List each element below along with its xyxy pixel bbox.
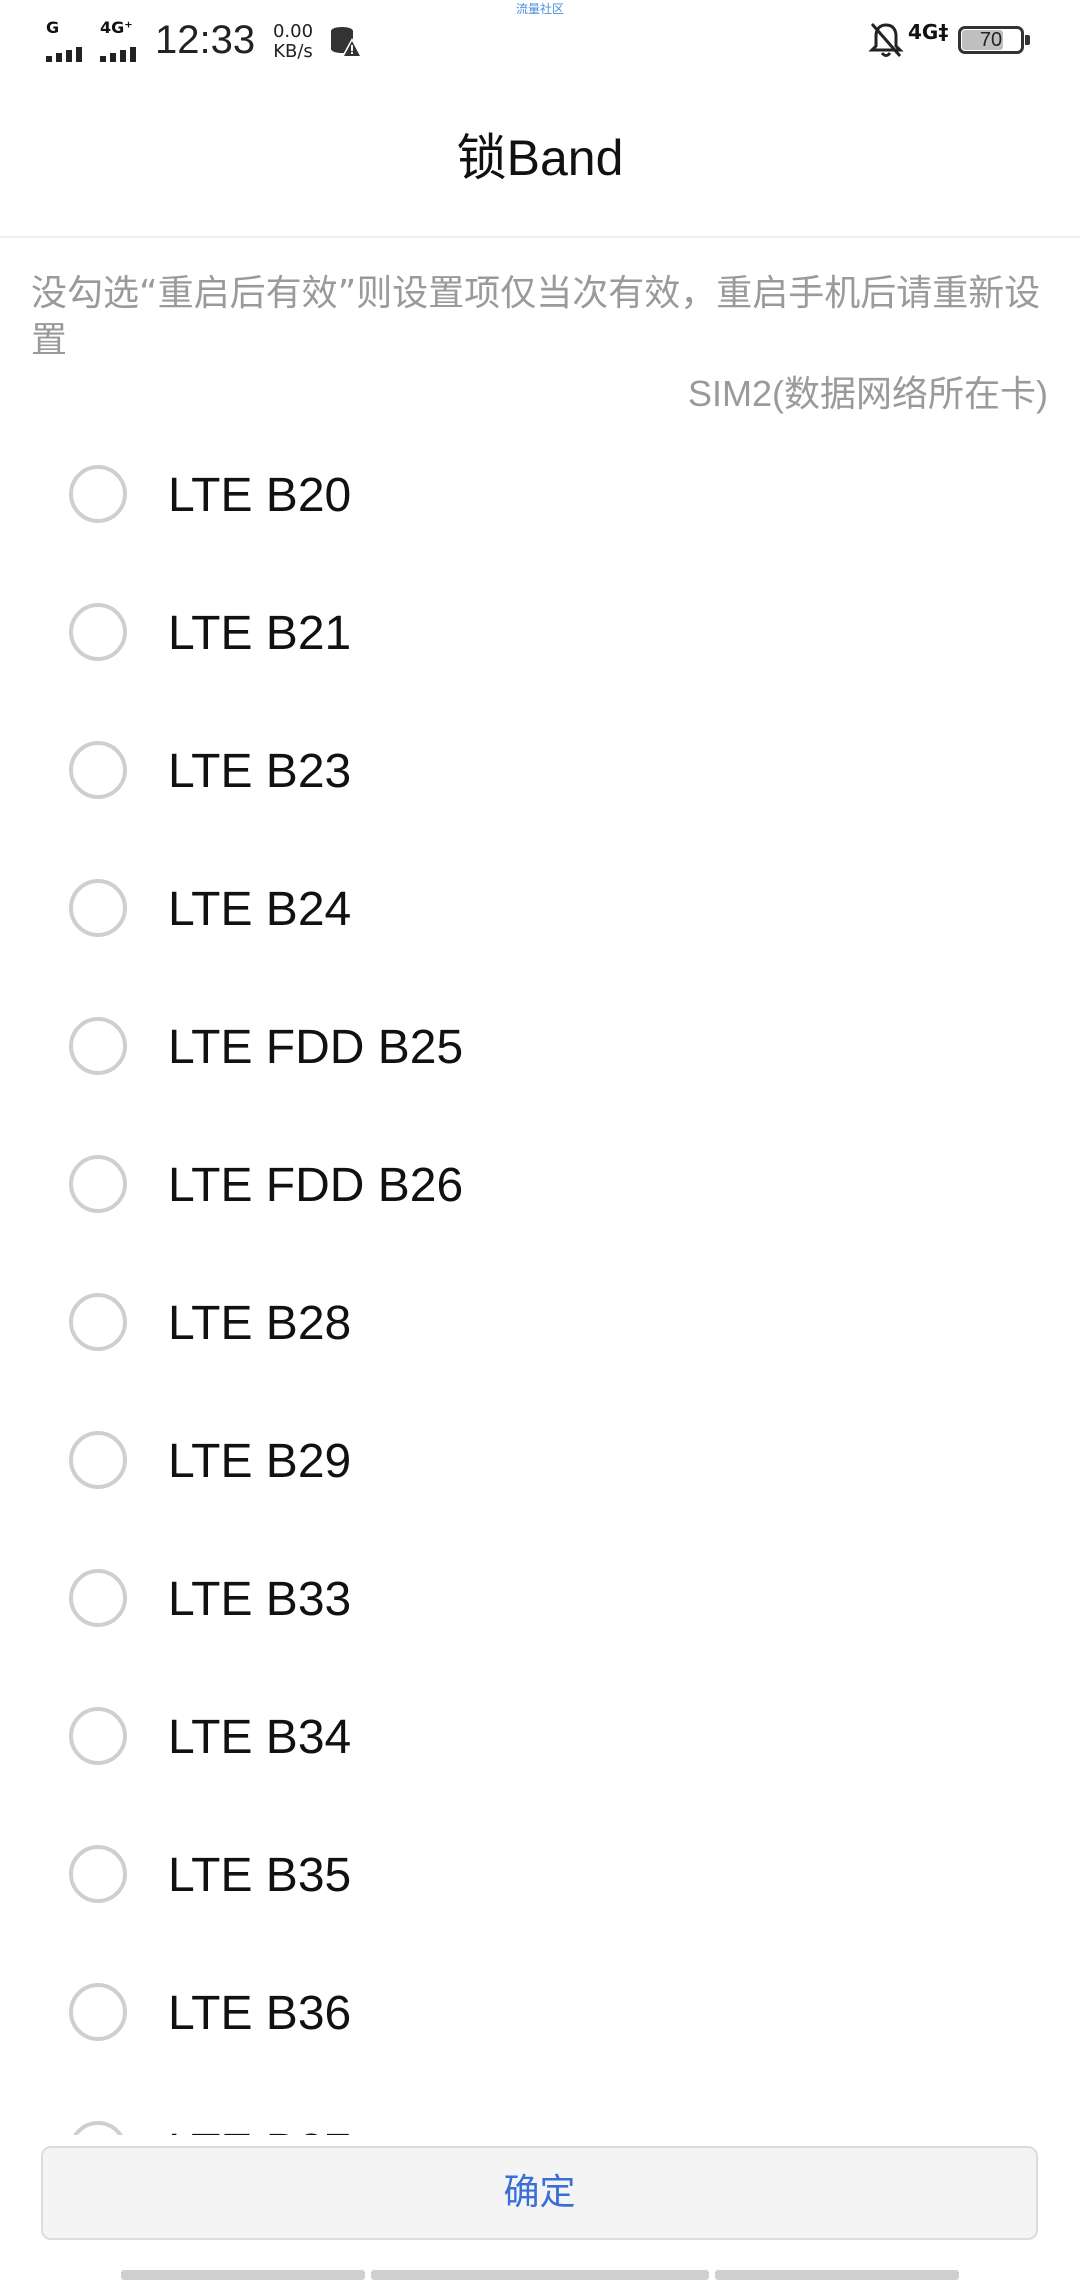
- sim2-network-type: 4G⁺: [100, 18, 133, 37]
- band-option[interactable]: LTE B23: [0, 706, 1080, 844]
- title-divider: [0, 236, 1080, 238]
- radio-button[interactable]: [69, 1569, 127, 1627]
- sim1-network-type: G: [46, 18, 60, 37]
- band-option[interactable]: LTE B36: [0, 1948, 1080, 2086]
- status-bar: G 4G⁺ 12:33 0.00 KB/s 流量社区 4G‡ 70: [0, 0, 1080, 82]
- sim1-signal-bars-icon: [46, 46, 90, 62]
- band-label: LTE B33: [168, 1573, 352, 1626]
- band-option[interactable]: LTE B28: [0, 1258, 1080, 1396]
- band-option[interactable]: LTE B34: [0, 1672, 1080, 1810]
- nav-bar-right[interactable]: [715, 2270, 959, 2280]
- band-label: LTE B35: [168, 1849, 352, 1902]
- data-warning-icon: [328, 24, 364, 60]
- band-label: LTE FDD B25: [168, 1021, 464, 1074]
- band-option[interactable]: LTE B21: [0, 568, 1080, 706]
- band-label: LTE B21: [168, 607, 352, 660]
- radio-button[interactable]: [69, 1707, 127, 1765]
- radio-button[interactable]: [69, 1431, 127, 1489]
- band-option[interactable]: LTE FDD B26: [0, 1120, 1080, 1258]
- band-label: LTE B24: [168, 883, 352, 936]
- nav-bar-left[interactable]: [121, 2270, 365, 2280]
- radio-button[interactable]: [69, 879, 127, 937]
- band-option[interactable]: LTE B24: [0, 844, 1080, 982]
- band-option[interactable]: LTE B29: [0, 1396, 1080, 1534]
- net-speed: 0.00 KB/s: [268, 22, 318, 62]
- radio-button[interactable]: [69, 465, 127, 523]
- band-label: LTE FDD B26: [168, 1159, 464, 1212]
- screen: G 4G⁺ 12:33 0.00 KB/s 流量社区 4G‡ 70 锁Band …: [0, 0, 1080, 2280]
- radio-button[interactable]: [69, 1983, 127, 2041]
- sim2-signal-bars-icon: [100, 46, 144, 62]
- band-label: LTE B37: [168, 2121, 351, 2135]
- net-speed-unit: KB/s: [273, 41, 313, 62]
- radio-button[interactable]: [69, 603, 127, 661]
- confirm-button[interactable]: 确定: [41, 2146, 1038, 2240]
- band-option[interactable]: LTE FDD B25: [0, 982, 1080, 1120]
- radio-button[interactable]: [69, 2121, 127, 2135]
- radio-button[interactable]: [69, 1845, 127, 1903]
- page-title: 锁Band: [456, 130, 624, 186]
- bell-muted-icon: [868, 20, 904, 60]
- radio-button[interactable]: [69, 1155, 127, 1213]
- battery-level: 70: [979, 29, 1003, 51]
- band-label: LTE B23: [168, 745, 352, 798]
- band-option[interactable]: LTE B35: [0, 1810, 1080, 1948]
- band-label: LTE B29: [168, 1435, 352, 1488]
- band-label: LTE B34: [168, 1711, 352, 1764]
- clock: 12:33: [155, 18, 256, 62]
- radio-button[interactable]: [69, 1293, 127, 1351]
- band-list[interactable]: LTE B20 LTE B21 LTE B23 LTE B24 LTE FDD B25 L…: [0, 430, 1080, 2135]
- nav-bar-center[interactable]: [371, 2270, 709, 2280]
- band-option[interactable]: LTE B20: [0, 430, 1080, 568]
- battery-icon: 70: [958, 26, 1030, 56]
- band-label: LTE B36: [168, 1987, 352, 2040]
- radio-button[interactable]: [69, 1017, 127, 1075]
- band-option[interactable]: LTE B37: [0, 2086, 1080, 2135]
- hint-text: 没勾选“重启后有效”则设置项仅当次有效，重启手机后请重新设置: [31, 273, 1041, 361]
- sim-label: SIM2(数据网络所在卡): [687, 373, 1048, 414]
- net-speed-value: 0.00: [272, 21, 314, 42]
- band-option[interactable]: LTE B33: [0, 1534, 1080, 1672]
- mobile-data-type: 4G‡: [908, 20, 949, 44]
- top-center-label: 流量社区: [515, 2, 564, 16]
- band-label: LTE B28: [168, 1297, 352, 1350]
- band-label: LTE B20: [168, 469, 352, 522]
- radio-button[interactable]: [69, 741, 127, 799]
